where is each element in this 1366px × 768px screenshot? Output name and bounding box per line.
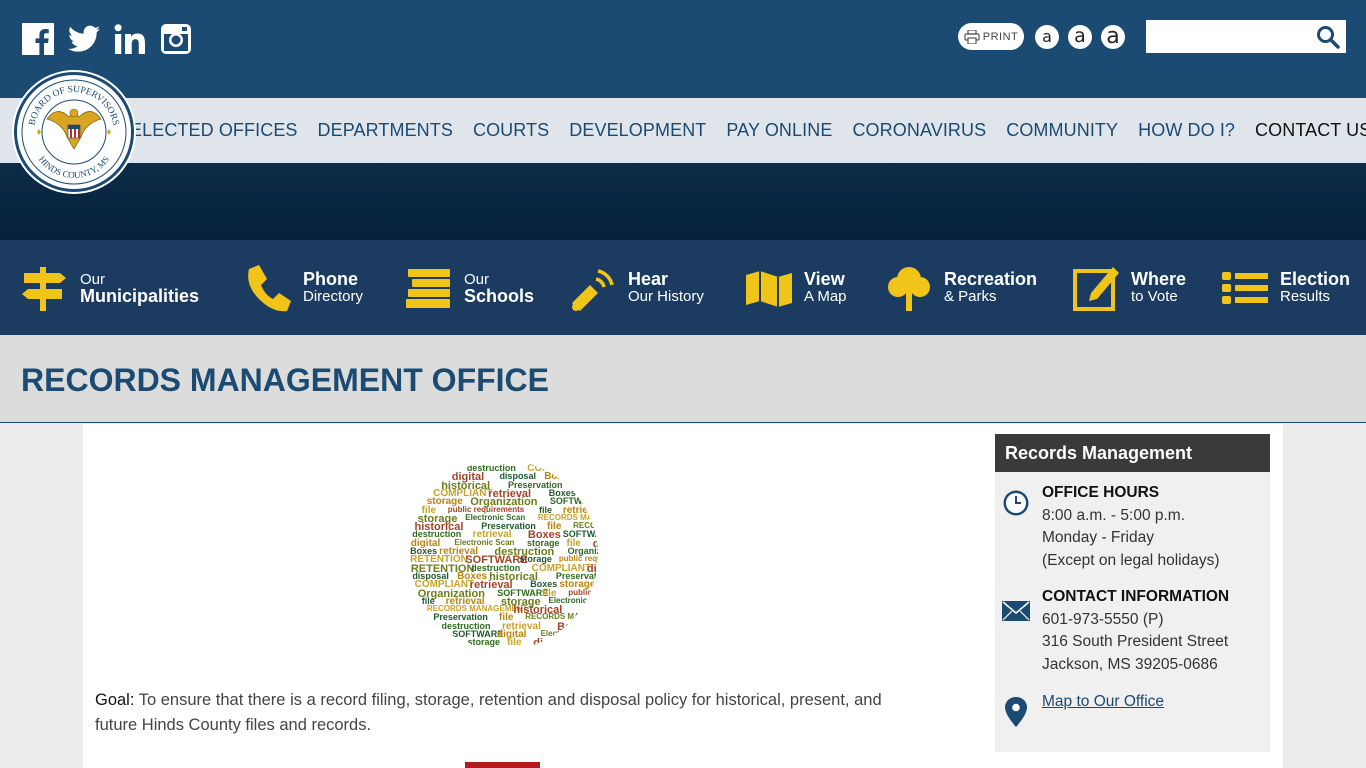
quick-link-where-to-vote[interactable]: Where to Vote [1071,240,1186,335]
quick-link-election-results[interactable]: Election Results [1220,240,1350,335]
office-hours-note: (Except on legal holidays) [1042,551,1220,569]
quick-link-history[interactable]: Hear Our History [568,240,704,335]
social-links [22,22,192,56]
clock-icon [1001,488,1031,518]
contact-address-city: Jackson, MS 39205-0686 [1042,655,1218,673]
page-tools: PRINT a a a [958,23,1125,50]
nav-elected-offices[interactable]: ELECTED OFFICES [130,120,298,141]
quick-link-line1: Our [464,270,490,288]
list-icon [1220,263,1270,313]
nav-courts[interactable]: COURTS [473,120,549,141]
quick-link-line2: Our History [628,287,704,305]
nav-how-do-i[interactable]: HOW DO I? [1138,120,1235,141]
font-size-small-button[interactable]: a [1035,24,1059,49]
tree-icon [884,263,934,313]
contact-info-heading: CONTACT INFORMATION [1042,588,1230,605]
printer-icon [964,29,980,44]
instagram-icon[interactable] [160,22,192,56]
nav-departments[interactable]: DEPARTMENTS [318,120,453,141]
quick-link-recreation[interactable]: Recreation & Parks [884,240,1037,335]
nav-contact-us[interactable]: CONTACT US [1255,120,1366,141]
quick-link-line2: & Parks [944,287,997,305]
quick-link-municipalities[interactable]: Our Municipalities [20,240,199,335]
red-accent-bar [465,762,540,768]
search-input[interactable] [1146,20,1306,53]
quick-link-line1: Our [80,270,106,288]
top-bar: PRINT a a a [0,0,1366,98]
quick-link-schools[interactable]: Our Schools [404,240,534,335]
sidebar-title: Records Management [995,434,1270,472]
nav-development[interactable]: DEVELOPMENT [569,120,706,141]
office-hours-heading: OFFICE HOURS [1042,484,1160,501]
quick-link-line1: View [804,268,845,289]
quick-link-line1: Recreation [944,268,1038,289]
quick-link-line2: to Vote [1131,287,1178,305]
quick-link-view-map[interactable]: View A Map [744,240,847,335]
search-box [1146,20,1346,53]
page-title-band: RECORDS MANAGEMENT OFFICE [0,335,1366,423]
envelope-icon [1001,596,1031,626]
word-cloud-word: storage [467,637,501,648]
nav-coronavirus[interactable]: CORONAVIRUS [852,120,986,141]
facebook-icon[interactable] [22,22,54,56]
goal-paragraph: Goal: To ensure that there is a record f… [95,688,925,738]
quick-link-line2: Directory [303,287,364,305]
office-hours-time: 8:00 a.m. - 5:00 p.m. [1042,506,1186,524]
map-icon [744,263,794,313]
goal-label: Goal: [95,691,135,709]
quick-link-line2: Municipalities [80,285,200,306]
search-button[interactable] [1314,23,1342,51]
font-size-large-button[interactable]: a [1101,24,1125,49]
quick-link-line2: Results [1280,287,1331,305]
signpost-icon [20,263,70,313]
quick-link-line1: Hear [628,268,669,289]
word-cloud-word: file [507,637,522,649]
page-title: RECORDS MANAGEMENT OFFICE [21,362,549,398]
twitter-icon[interactable] [68,22,100,56]
main-nav: ELECTED OFFICES DEPARTMENTS COURTS DEVEL… [0,98,1366,163]
records-word-cloud-image: destruction COMPLIANT digital disposal Boxes… [408,460,598,650]
font-size-medium-button[interactable]: a [1068,24,1092,49]
search-icon [1317,26,1340,49]
edit-box-icon [1071,263,1121,313]
linkedin-icon[interactable] [114,22,146,56]
quick-link-line1: Election [1280,268,1351,289]
quick-links-bar: Our Municipalities Phone Directory Our Scho… [0,240,1366,335]
quick-link-line2: Schools [464,285,535,306]
print-button[interactable]: PRINT [958,23,1024,50]
sidebar-records-management: Records Management OFFICE HOURS 8:00 a.m… [995,434,1270,752]
print-label: PRINT [982,30,1019,43]
county-seal-logo[interactable]: BOARD OF SUPERVISORS HINDS COUNTY, MS [14,72,134,192]
contact-phone: 601-973-5550 (P) [1042,610,1164,628]
hero-band [0,163,1366,240]
goal-text: To ensure that there is a record filing,… [95,691,882,734]
quick-link-phone-directory[interactable]: Phone Directory [243,240,363,335]
nav-community[interactable]: COMMUNITY [1006,120,1118,141]
contact-address-street: 316 South President Street [1042,633,1229,650]
quick-link-line2: A Map [804,287,847,305]
word-cloud-word: disposal [533,637,578,650]
books-icon [404,263,454,313]
phone-icon [243,263,293,313]
megaphone-icon [568,263,618,313]
map-to-office-link[interactable]: Map to Our Office [1042,693,1164,710]
quick-link-line1: Phone [303,268,359,289]
office-hours-days: Monday - Friday [1042,529,1154,546]
nav-pay-online[interactable]: PAY ONLINE [726,120,832,141]
quick-link-line1: Where [1131,268,1187,289]
map-pin-icon [1001,697,1031,727]
